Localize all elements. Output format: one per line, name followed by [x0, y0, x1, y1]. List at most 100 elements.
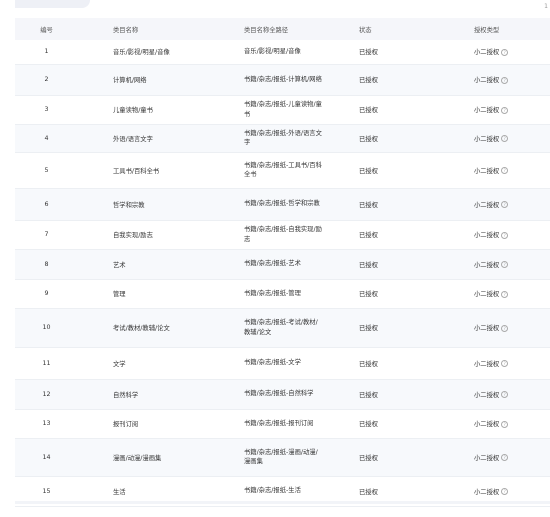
cell-full-path: 书籍/杂志/报纸-自我实现/励志 [244, 226, 322, 243]
auth-type-label: 小二授权 [474, 232, 500, 239]
auth-type-label: 小二授权 [474, 325, 500, 332]
cell-full-path: 书籍/杂志/报纸-计算机/网络 [244, 75, 322, 83]
table-row: 14 漫画/动漫/漫画集 书籍/杂志/报纸-漫画/动漫/漫画集 已授权 小二授权? [15, 438, 550, 476]
cell-category-name: 艺术 [113, 261, 126, 269]
cell-status: 已授权 [359, 77, 378, 84]
cell-auth-type: 小二授权? [439, 188, 550, 220]
question-circle-icon[interactable]: ? [501, 106, 509, 114]
top-tab[interactable] [15, 0, 90, 8]
cell-auth-type: 小二授权? [439, 95, 550, 124]
cell-auth-type: 小二授权? [439, 279, 550, 308]
question-circle-icon[interactable]: ? [501, 231, 509, 239]
auth-type-label: 小二授权 [474, 360, 500, 368]
cell-auth-type: 小二授权? [439, 124, 550, 152]
cell-category-name: 外语/语言文字 [113, 135, 153, 143]
auth-type-label: 小二授权 [474, 454, 500, 462]
cell-status: 已授权 [359, 391, 378, 399]
cell-id: 12 [42, 390, 51, 398]
cell-full-path: 书籍/杂志/报纸-哲学和宗教 [244, 200, 320, 208]
table-row: 13 报刊订阅 书籍/杂志/报纸-报刊订阅 已授权 小二授权? [15, 409, 550, 438]
scroll-indicator[interactable]: 1 [544, 3, 548, 10]
table-row: 10 考试/教材/教辅/论文 书籍/杂志/报纸-考试/教材/教辅/论文 已授权 小二授权… [15, 308, 550, 347]
question-circle-icon[interactable]: ? [501, 201, 509, 208]
cell-full-path: 书籍/杂志/报纸-管理 [244, 289, 301, 297]
header-status: 状态 [359, 26, 372, 34]
cell-status: 已授权 [359, 325, 378, 332]
auth-type-label: 小二授权 [474, 421, 500, 428]
table-header-row: 编号 类目名称 类目名称全路径 状态 授权类型 [15, 18, 550, 40]
cell-category-name: 考试/教材/教辅/论文 [113, 325, 170, 332]
question-circle-icon[interactable]: ? [501, 48, 509, 56]
cell-category-name: 报刊订阅 [113, 421, 139, 428]
header-category-name: 类目名称 [113, 26, 139, 34]
cell-category-name: 工具书/百科全书 [113, 167, 160, 175]
cell-full-path: 书籍/杂志/报纸-外语/语言文字 [244, 129, 322, 146]
cell-id: 9 [44, 290, 49, 297]
cell-category-name: 自然科学 [113, 391, 139, 399]
cell-full-path: 书籍/杂志/报纸-自然科学 [244, 390, 314, 398]
table-row: 11 文学 书籍/杂志/报纸-文学 已授权 小二授权? [15, 347, 550, 379]
cell-status: 已授权 [359, 49, 378, 57]
cell-id: 6 [44, 200, 49, 208]
cell-id: 5 [44, 166, 49, 174]
cell-id: 4 [44, 134, 49, 142]
cell-category-name: 文学 [113, 360, 126, 368]
question-circle-icon[interactable]: ? [501, 391, 509, 398]
cell-full-path: 书籍/杂志/报纸-艺术 [244, 260, 301, 268]
table-row: 3 儿童读物/童书 书籍/杂志/报纸-儿童读物/童书 已授权 小二授权? [15, 95, 550, 124]
cell-full-path: 书籍/杂志/报纸-漫画/动漫/漫画集 [244, 448, 318, 465]
question-circle-icon[interactable]: ? [501, 261, 509, 268]
cell-status: 已授权 [359, 135, 378, 143]
cell-full-path: 书籍/杂志/报纸-报刊订阅 [244, 419, 314, 427]
cell-status: 已授权 [359, 167, 378, 175]
cell-category-name: 自我实现/励志 [113, 232, 153, 239]
cell-status: 已授权 [359, 107, 378, 114]
cell-category-name: 计算机/网络 [113, 77, 147, 84]
cell-auth-type: 小二授权? [439, 379, 550, 409]
table-row: 7 自我实现/励志 书籍/杂志/报纸-自我实现/励志 已授权 小二授权? [15, 220, 550, 249]
question-circle-icon[interactable]: ? [501, 290, 509, 298]
cell-category-name: 哲学和宗教 [113, 201, 145, 209]
question-circle-icon[interactable]: ? [501, 167, 509, 174]
auth-type-label: 小二授权 [474, 107, 500, 114]
category-table: 编号 类目名称 类目名称全路径 状态 授权类型 1 音乐/影视/明星/音像 音乐/影… [15, 18, 550, 507]
cell-id: 1 [44, 48, 49, 56]
question-circle-icon[interactable]: ? [501, 420, 509, 428]
auth-type-label: 小二授权 [474, 201, 500, 209]
cell-category-name: 漫画/动漫/漫画集 [113, 454, 162, 462]
question-circle-icon[interactable]: ? [501, 76, 509, 84]
cell-full-path: 书籍/杂志/报纸-儿童读物/童书 [244, 101, 322, 118]
table-row: 2 计算机/网络 书籍/杂志/报纸-计算机/网络 已授权 小二授权? [15, 64, 550, 95]
auth-type-label: 小二授权 [474, 167, 500, 175]
question-circle-icon[interactable]: ? [501, 488, 509, 495]
header-id: 编号 [40, 26, 53, 34]
cell-status: 已授权 [359, 261, 378, 269]
header-full-path: 类目名称全路径 [244, 26, 289, 34]
cell-auth-type: 小二授权? [439, 409, 550, 438]
auth-type-label: 小二授权 [474, 488, 500, 496]
cell-status: 已授权 [359, 291, 378, 298]
question-circle-icon[interactable]: ? [501, 135, 509, 142]
cell-status: 已授权 [359, 201, 378, 209]
header-auth-type: 授权类型 [474, 26, 500, 34]
cell-auth-type: 小二授权? [439, 152, 550, 188]
cell-status: 已授权 [359, 421, 378, 428]
cell-id: 11 [42, 359, 51, 367]
cell-id: 13 [42, 420, 51, 427]
auth-type-label: 小二授权 [474, 135, 500, 143]
question-circle-icon[interactable]: ? [501, 324, 509, 332]
cell-full-path: 音乐/影视/明星/音像 [244, 48, 301, 56]
cell-auth-type: 小二授权? [439, 220, 550, 249]
cell-auth-type: 小二授权? [439, 347, 550, 379]
cell-auth-type: 小二授权? [439, 64, 550, 95]
question-circle-icon[interactable]: ? [501, 454, 509, 461]
question-circle-icon[interactable]: ? [501, 360, 509, 367]
table-bottom-edge [15, 501, 550, 504]
table-row: 1 音乐/影视/明星/音像 音乐/影视/明星/音像 已授权 小二授权? [15, 40, 550, 64]
cell-id: 10 [42, 324, 51, 331]
cell-status: 已授权 [359, 232, 378, 239]
auth-type-label: 小二授权 [474, 291, 500, 298]
cell-auth-type: 小二授权? [439, 40, 550, 64]
cell-auth-type: 小二授权? [439, 249, 550, 279]
table-row: 5 工具书/百科全书 书籍/杂志/报纸-工具书/百科全书 已授权 小二授权? [15, 152, 550, 188]
